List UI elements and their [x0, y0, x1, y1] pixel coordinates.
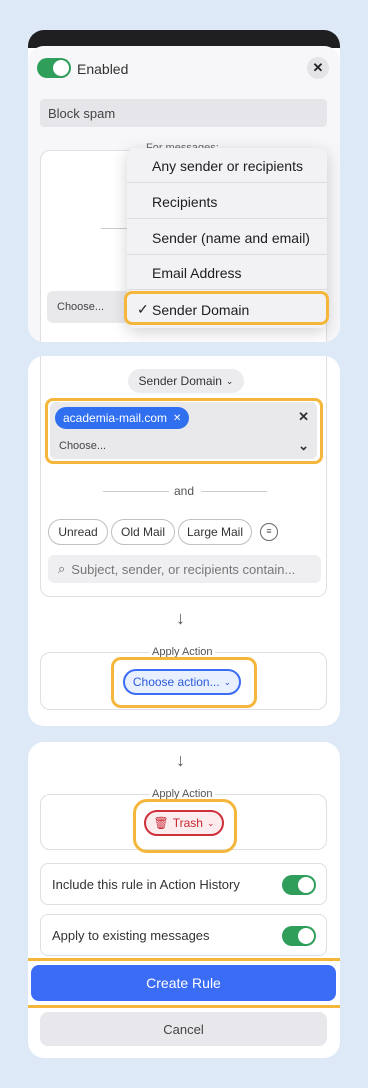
rule-editor-action-panel: ↓ Apply Action 🗑 Trash ⌄ Include this ru…: [28, 742, 340, 1058]
rule-editor-top-panel: Enabled ✕ Block spam For messages: Choos…: [28, 30, 340, 342]
checkmark-icon: ✓: [137, 301, 149, 317]
close-icon[interactable]: ✕: [307, 57, 329, 79]
dropdown-item-label: Recipients: [152, 194, 218, 210]
dropdown-item-label: Any sender or recipients: [152, 158, 303, 174]
cancel-button[interactable]: Cancel: [40, 1012, 327, 1046]
trash-icon: 🗑: [153, 816, 169, 830]
apply-existing-row: Apply to existing messages: [40, 914, 327, 956]
action-card: Apply Action 🗑 Trash ⌄: [40, 788, 327, 853]
filter-options-icon[interactable]: ≡: [260, 523, 278, 541]
divider-line: [101, 228, 129, 229]
filter-label: Unread: [58, 525, 98, 539]
enabled-toggle[interactable]: [37, 58, 71, 78]
search-placeholder: Subject, sender, or recipients contain..…: [71, 561, 296, 577]
choose-placeholder: Choose...: [57, 301, 105, 313]
chip-label: academia-mail.com: [63, 411, 168, 425]
choose-action-label: Choose action...: [132, 675, 220, 689]
dropdown-item[interactable]: Sender (name and email): [127, 220, 327, 255]
dropdown-item-label: Sender Domain: [152, 302, 250, 318]
field-selector[interactable]: Sender Domain ⌄: [128, 369, 244, 393]
trash-label: Trash: [172, 816, 203, 830]
apply-action-label: Apply Action: [150, 646, 215, 658]
rule-name-field[interactable]: Block spam: [40, 99, 327, 127]
chevron-down-icon: ⌄: [225, 375, 234, 386]
chevron-down-icon: ⌄: [223, 676, 232, 687]
field-selector-label: Sender Domain: [138, 374, 222, 388]
conditions-card: Sender Domain ⌄ academia-mail.com ✕ ✕ Ch…: [40, 356, 327, 597]
apply-existing-label: Apply to existing messages: [52, 928, 210, 943]
and-divider-left: [103, 491, 169, 492]
arrow-down-icon: ↓: [176, 750, 185, 770]
arrow-down-icon: ↓: [176, 608, 185, 628]
search-icon: ⌕: [58, 561, 66, 576]
chevron-down-icon[interactable]: ⌄: [298, 438, 309, 454]
action-card: Apply Action Choose action... ⌄: [40, 646, 327, 710]
rule-editor-conditions-panel: Sender Domain ⌄ academia-mail.com ✕ ✕ Ch…: [28, 356, 340, 726]
dropdown-item[interactable]: Email Address: [127, 255, 327, 290]
filter-old-mail[interactable]: Old Mail: [111, 519, 175, 545]
remove-chip-icon[interactable]: ✕: [173, 413, 181, 424]
choose-action-button[interactable]: Choose action... ⌄: [123, 669, 241, 695]
search-input[interactable]: ⌕ Subject, sender, or recipients contain…: [48, 555, 321, 583]
enabled-label: Enabled: [77, 61, 129, 77]
and-divider-right: [201, 491, 267, 492]
apply-action-label: Apply Action: [150, 788, 215, 800]
panel-body: Enabled ✕ Block spam For messages: Choos…: [28, 46, 340, 342]
filter-label: Large Mail: [186, 525, 244, 539]
include-history-label: Include this rule in Action History: [52, 877, 240, 892]
filter-label: Old Mail: [120, 525, 165, 539]
dropdown-item-selected[interactable]: ✓ Sender Domain: [127, 292, 327, 327]
filter-large-mail[interactable]: Large Mail: [178, 519, 252, 545]
condition-type-dropdown[interactable]: Any sender or recipients Recipients Send…: [127, 148, 327, 328]
apply-existing-toggle[interactable]: [282, 926, 316, 946]
include-history-row: Include this rule in Action History: [40, 863, 327, 905]
chevron-down-icon: ⌄: [206, 817, 215, 828]
filter-unread[interactable]: Unread: [48, 519, 108, 545]
dropdown-item[interactable]: Any sender or recipients: [127, 148, 327, 183]
dropdown-item-label: Sender (name and email): [152, 230, 310, 246]
dropdown-item[interactable]: Recipients: [127, 184, 327, 219]
domain-chip-input[interactable]: academia-mail.com ✕ ✕ Choose... ⌄: [50, 402, 317, 459]
create-rule-button[interactable]: Create Rule: [31, 965, 336, 1001]
choose-placeholder: Choose...: [59, 440, 107, 452]
and-label: and: [174, 484, 195, 498]
dropdown-item-label: Email Address: [152, 265, 242, 281]
clear-icon[interactable]: ✕: [298, 409, 309, 425]
chip[interactable]: academia-mail.com ✕: [55, 407, 190, 429]
include-history-toggle[interactable]: [282, 875, 316, 895]
trash-action-button[interactable]: 🗑 Trash ⌄: [144, 810, 224, 836]
